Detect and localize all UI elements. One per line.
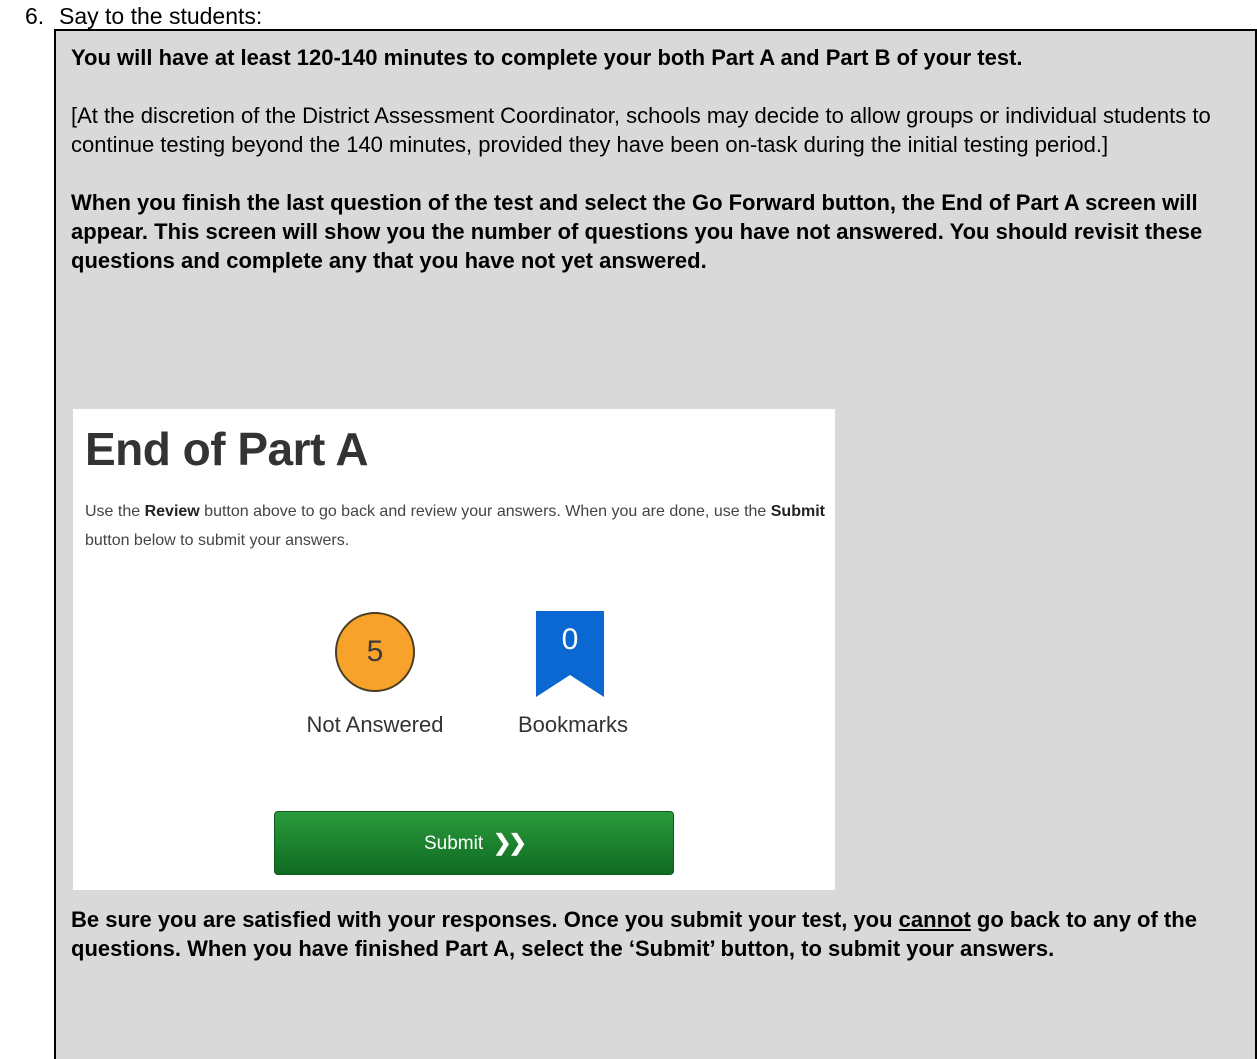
step-heading: 6. Say to the students: xyxy=(25,2,262,30)
double-chevron-right-icon: ❯❯ xyxy=(493,830,527,855)
instr-review-word: Review xyxy=(144,503,200,520)
submit-button-label: Submit xyxy=(423,832,484,854)
script-paragraph-submit-warning: Be sure you are satisfied with your resp… xyxy=(71,905,1241,963)
script-paragraph-time: You will have at least 120-140 minutes t… xyxy=(71,45,1023,70)
bookmarks-label: Bookmarks xyxy=(517,712,629,737)
instr-text-2: button above to go back and review your … xyxy=(199,503,771,520)
say-script-box: You will have at least 120-140 minutes t… xyxy=(54,29,1257,1059)
bookmarks-count-badge[interactable]: 0 xyxy=(536,611,604,697)
instr-text-1: Use the xyxy=(85,503,145,520)
step-text: Say to the students: xyxy=(59,3,263,29)
instr-text-3: button below to submit your answers. xyxy=(85,532,350,549)
not-answered-count[interactable]: 5 xyxy=(335,612,415,692)
not-answered-label: Not Answered xyxy=(306,712,444,737)
bookmarks-count: 0 xyxy=(561,623,579,656)
end-of-part-screenshot: End of Part A Use the Review button abov… xyxy=(73,409,835,890)
step-number: 6. xyxy=(25,3,45,29)
screen-title: End of Part A xyxy=(85,423,369,475)
submit-button[interactable]: Submit ❯❯ xyxy=(274,811,674,875)
screen-instructions: Use the Review button above to go back a… xyxy=(85,497,825,555)
script-paragraph-end-screen: When you finish the last question of the… xyxy=(71,190,1203,273)
script-paragraph-discretion: [At the discretion of the District Asses… xyxy=(71,103,1211,157)
warning-emphasis: cannot xyxy=(898,907,971,932)
instr-submit-word: Submit xyxy=(770,503,825,520)
warning-text-1: Be sure you are satisfied with your resp… xyxy=(71,907,899,932)
